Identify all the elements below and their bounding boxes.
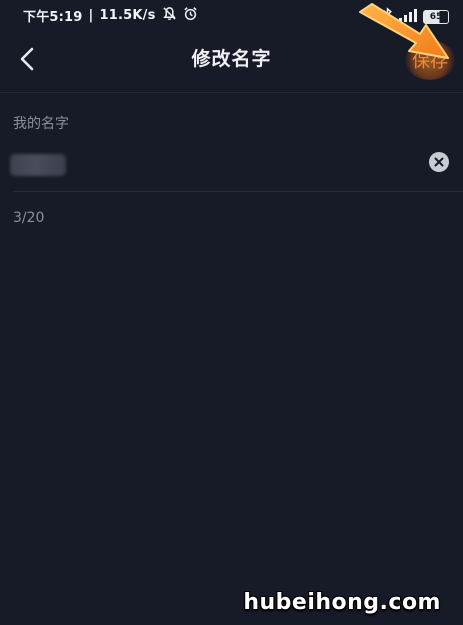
char-counter: 3/20: [13, 210, 45, 226]
field-divider: [13, 191, 463, 192]
close-circle-icon: [434, 157, 444, 167]
alarm-clock-icon: [183, 6, 198, 25]
status-time: 下午5:19: [23, 10, 83, 25]
status-left: 下午5:19 | 11.5K/s: [23, 6, 198, 25]
network-speed: 11.5K/s: [99, 8, 156, 23]
header-divider: [0, 92, 463, 93]
mute-bell-icon: [162, 6, 177, 25]
watermark: hubeihong.com: [243, 590, 441, 615]
field-label: 我的名字: [13, 116, 69, 132]
clear-button[interactable]: [429, 152, 449, 172]
name-input-row[interactable]: [0, 145, 463, 185]
status-separator: |: [88, 8, 94, 23]
name-input[interactable]: [10, 154, 66, 176]
orange-arrow-icon: [359, 3, 449, 59]
